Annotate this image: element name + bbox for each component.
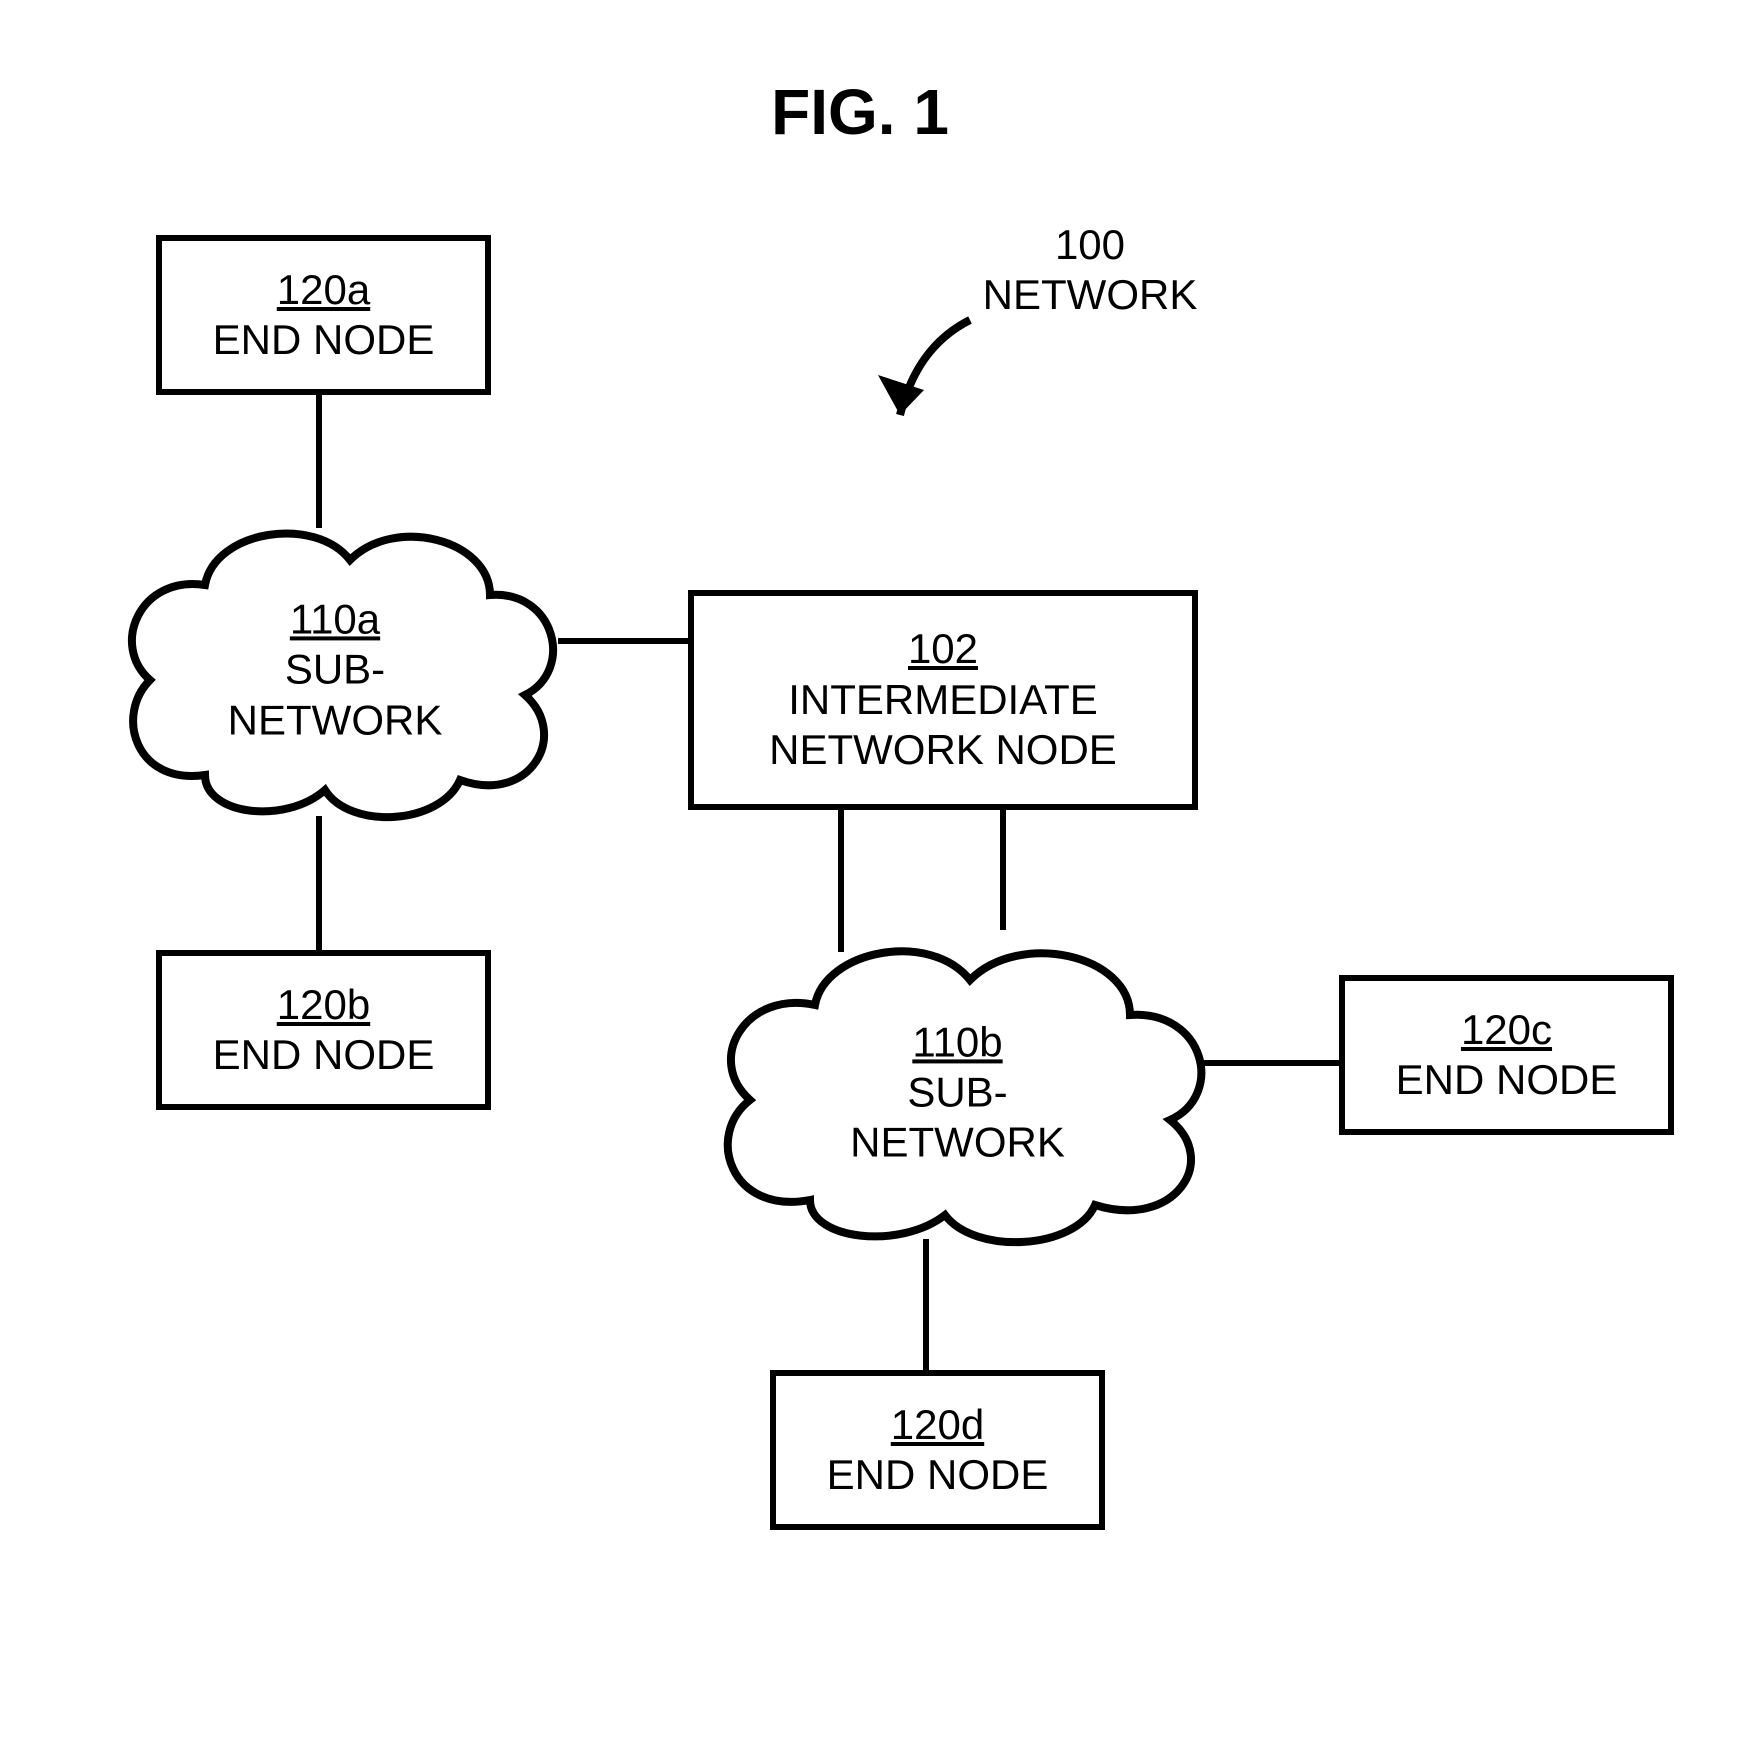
figure-ref-text: NETWORK — [983, 271, 1198, 318]
connector — [316, 816, 322, 950]
figure-ref-number: 100 — [1055, 221, 1125, 268]
sub-network-110a: 110a SUB-NETWORK — [95, 505, 575, 835]
end-node-120d: 120d END NODE — [770, 1370, 1105, 1530]
figure-label: 100 NETWORK — [960, 220, 1220, 321]
diagram-canvas: FIG. 1 100 NETWORK 120a END NODE 120b EN… — [0, 0, 1738, 1742]
cloud-ref: 110b — [912, 1018, 1002, 1065]
intermediate-node-102: 102 INTERMEDIATE NETWORK NODE — [688, 590, 1198, 810]
node-label: END NODE — [827, 1450, 1049, 1500]
node-ref: 120a — [277, 265, 370, 315]
node-label: END NODE — [213, 1030, 435, 1080]
cloud-ref: 110a — [290, 595, 380, 642]
cloud-label: SUB-NETWORK — [850, 1068, 1065, 1165]
node-ref: 120c — [1461, 1005, 1552, 1055]
node-ref: 102 — [908, 624, 978, 674]
node-label: END NODE — [1396, 1055, 1618, 1105]
connector — [558, 638, 688, 644]
end-node-120c: 120c END NODE — [1339, 975, 1674, 1135]
end-node-120a: 120a END NODE — [156, 235, 491, 395]
node-ref: 120d — [891, 1400, 984, 1450]
node-label-line2: NETWORK NODE — [769, 725, 1117, 775]
figure-title: FIG. 1 — [580, 75, 1140, 149]
cloud-label: SUB-NETWORK — [228, 646, 443, 743]
node-label-line1: INTERMEDIATE — [788, 675, 1098, 725]
node-label: END NODE — [213, 315, 435, 365]
sub-network-110b: 110b SUB-NETWORK — [690, 925, 1225, 1260]
connector — [1000, 810, 1006, 930]
node-ref: 120b — [277, 980, 370, 1030]
end-node-120b: 120b END NODE — [156, 950, 491, 1110]
